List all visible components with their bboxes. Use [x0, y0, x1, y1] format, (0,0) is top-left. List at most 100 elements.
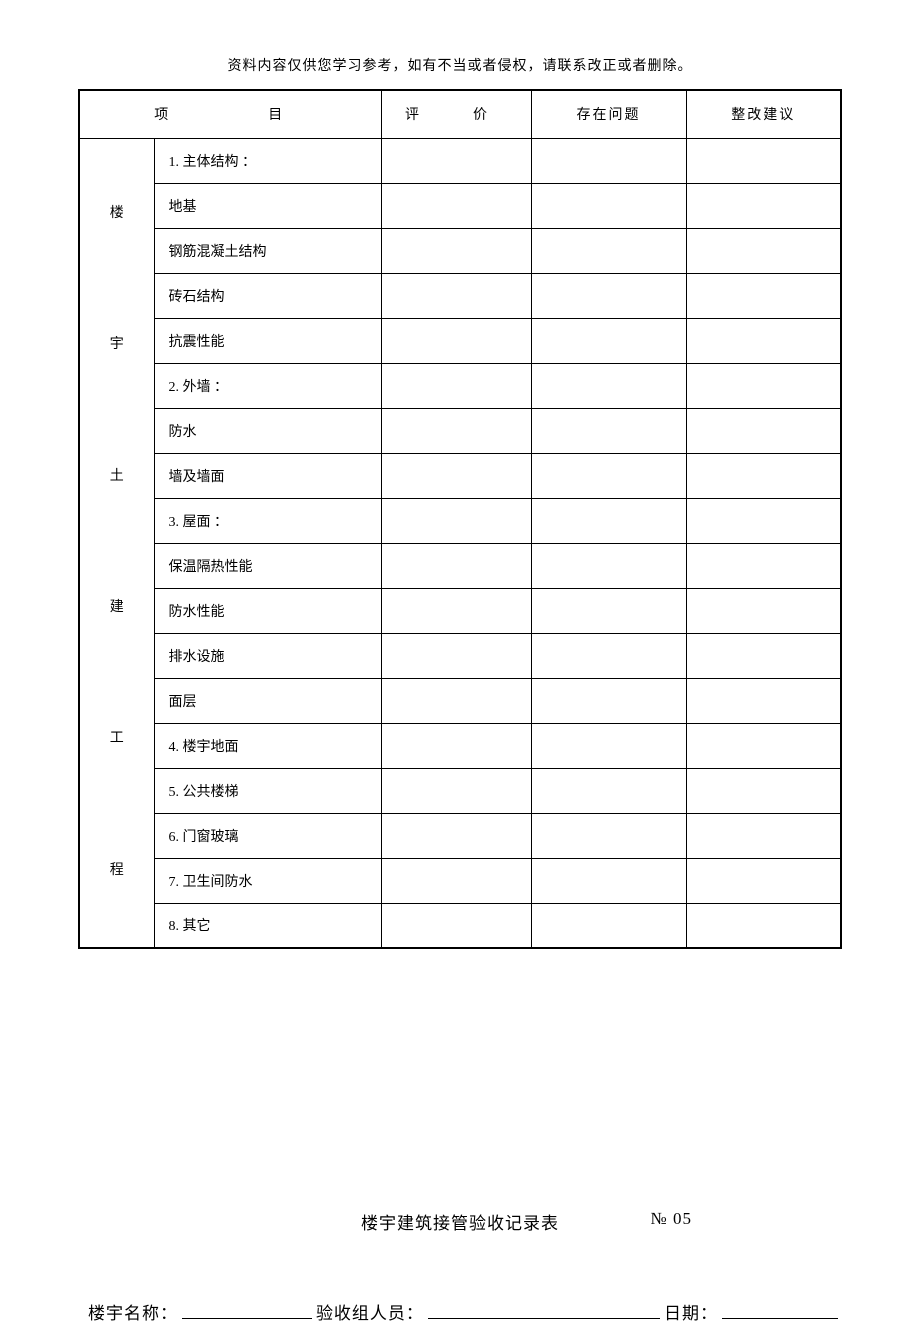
cell-issues [531, 228, 686, 273]
table-row: 楼 宇 土 建 工 程 1. 主体结构 ： [79, 138, 841, 183]
table-row: 6. 门窗玻璃 [79, 813, 841, 858]
cell-issues [531, 408, 686, 453]
cell-issues [531, 903, 686, 948]
table-row: 地基 [79, 183, 841, 228]
item-label: 3. 屋面 ： [154, 498, 381, 543]
disclaimer-text: 资料内容仅供您学习参考，如有不当或者侵权，请联系改正或者删除。 [78, 55, 842, 75]
form-title: 楼宇建筑接管验收记录表 [361, 1214, 559, 1233]
cell-issues [531, 768, 686, 813]
cell-issues [531, 678, 686, 723]
cell-issues [531, 318, 686, 363]
table-row: 4. 楼宇地面 [79, 723, 841, 768]
cell-evaluation [381, 408, 531, 453]
header-issues: 存在问题 [531, 90, 686, 138]
inspector-blank [428, 1301, 660, 1319]
footer-section: 楼宇建筑接管验收记录表 № 05 楼宇名称： 验收组人员： 日期： [78, 1209, 842, 1324]
cell-issues [531, 543, 686, 588]
cell-suggestions [686, 543, 841, 588]
table-row: 抗震性能 [79, 318, 841, 363]
inspection-table: 项 目 评 价 存在问题 整改建议 楼 宇 土 建 工 程 1. 主体结构 ： [78, 89, 842, 949]
item-label: 2. 外墙 ： [154, 363, 381, 408]
cell-issues [531, 813, 686, 858]
item-label: 7. 卫生间防水 [154, 858, 381, 903]
cell-evaluation [381, 858, 531, 903]
cell-evaluation [381, 363, 531, 408]
table-row: 7. 卫生间防水 [79, 858, 841, 903]
cell-suggestions [686, 138, 841, 183]
header-evaluation: 评 价 [381, 90, 531, 138]
table-row: 保温隔热性能 [79, 543, 841, 588]
cell-suggestions [686, 318, 841, 363]
cell-suggestions [686, 273, 841, 318]
cell-issues [531, 498, 686, 543]
side-category-label: 楼 宇 土 建 工 程 [79, 138, 154, 948]
form-number: № 05 [651, 1209, 692, 1229]
cell-issues [531, 363, 686, 408]
table-row: 5. 公共楼梯 [79, 768, 841, 813]
header-suggestions: 整改建议 [686, 90, 841, 138]
cell-suggestions [686, 768, 841, 813]
cell-evaluation [381, 228, 531, 273]
side-char: 工 [110, 717, 124, 762]
item-label: 墙及墙面 [154, 453, 381, 498]
side-char: 建 [110, 586, 124, 631]
cell-evaluation [381, 678, 531, 723]
cell-issues [531, 273, 686, 318]
cell-evaluation [381, 723, 531, 768]
cell-suggestions [686, 903, 841, 948]
cell-suggestions [686, 678, 841, 723]
cell-suggestions [686, 408, 841, 453]
cell-issues [531, 858, 686, 903]
table-row: 墙及墙面 [79, 453, 841, 498]
cell-suggestions [686, 813, 841, 858]
cell-evaluation [381, 768, 531, 813]
table-header-row: 项 目 评 价 存在问题 整改建议 [79, 90, 841, 138]
cell-evaluation [381, 138, 531, 183]
item-label: 4. 楼宇地面 [154, 723, 381, 768]
item-label: 钢筋混凝土结构 [154, 228, 381, 273]
cell-suggestions [686, 723, 841, 768]
cell-evaluation [381, 903, 531, 948]
item-label: 5. 公共楼梯 [154, 768, 381, 813]
item-label: 抗震性能 [154, 318, 381, 363]
item-label: 防水 [154, 408, 381, 453]
table-row: 钢筋混凝土结构 [79, 228, 841, 273]
cell-issues [531, 723, 686, 768]
cell-issues [531, 588, 686, 633]
side-char: 楼 [110, 192, 124, 237]
cell-suggestions [686, 588, 841, 633]
table-row: 排水设施 [79, 633, 841, 678]
cell-evaluation [381, 813, 531, 858]
item-label: 砖石结构 [154, 273, 381, 318]
form-title-row: 楼宇建筑接管验收记录表 № 05 [78, 1209, 842, 1234]
cell-suggestions [686, 633, 841, 678]
item-label: 保温隔热性能 [154, 543, 381, 588]
side-char: 土 [110, 455, 124, 500]
side-char: 宇 [110, 323, 124, 368]
table-row: 2. 外墙 ： [79, 363, 841, 408]
cell-evaluation [381, 453, 531, 498]
cell-evaluation [381, 633, 531, 678]
item-label: 1. 主体结构 ： [154, 138, 381, 183]
item-label: 防水性能 [154, 588, 381, 633]
item-label: 地基 [154, 183, 381, 228]
cell-evaluation [381, 543, 531, 588]
cell-issues [531, 138, 686, 183]
item-label: 排水设施 [154, 633, 381, 678]
table-row: 防水性能 [79, 588, 841, 633]
header-project: 项 目 [79, 90, 381, 138]
item-label: 面层 [154, 678, 381, 723]
side-char: 程 [110, 849, 124, 894]
cell-evaluation [381, 588, 531, 633]
table-body: 楼 宇 土 建 工 程 1. 主体结构 ： 地基 钢筋混凝土结构 [79, 138, 841, 948]
table-row: 砖石结构 [79, 273, 841, 318]
table-row: 3. 屋面 ： [79, 498, 841, 543]
cell-evaluation [381, 318, 531, 363]
item-label: 8. 其它 [154, 903, 381, 948]
cell-issues [531, 633, 686, 678]
cell-suggestions [686, 228, 841, 273]
cell-suggestions [686, 183, 841, 228]
cell-suggestions [686, 363, 841, 408]
table-row: 面层 [79, 678, 841, 723]
cell-suggestions [686, 453, 841, 498]
